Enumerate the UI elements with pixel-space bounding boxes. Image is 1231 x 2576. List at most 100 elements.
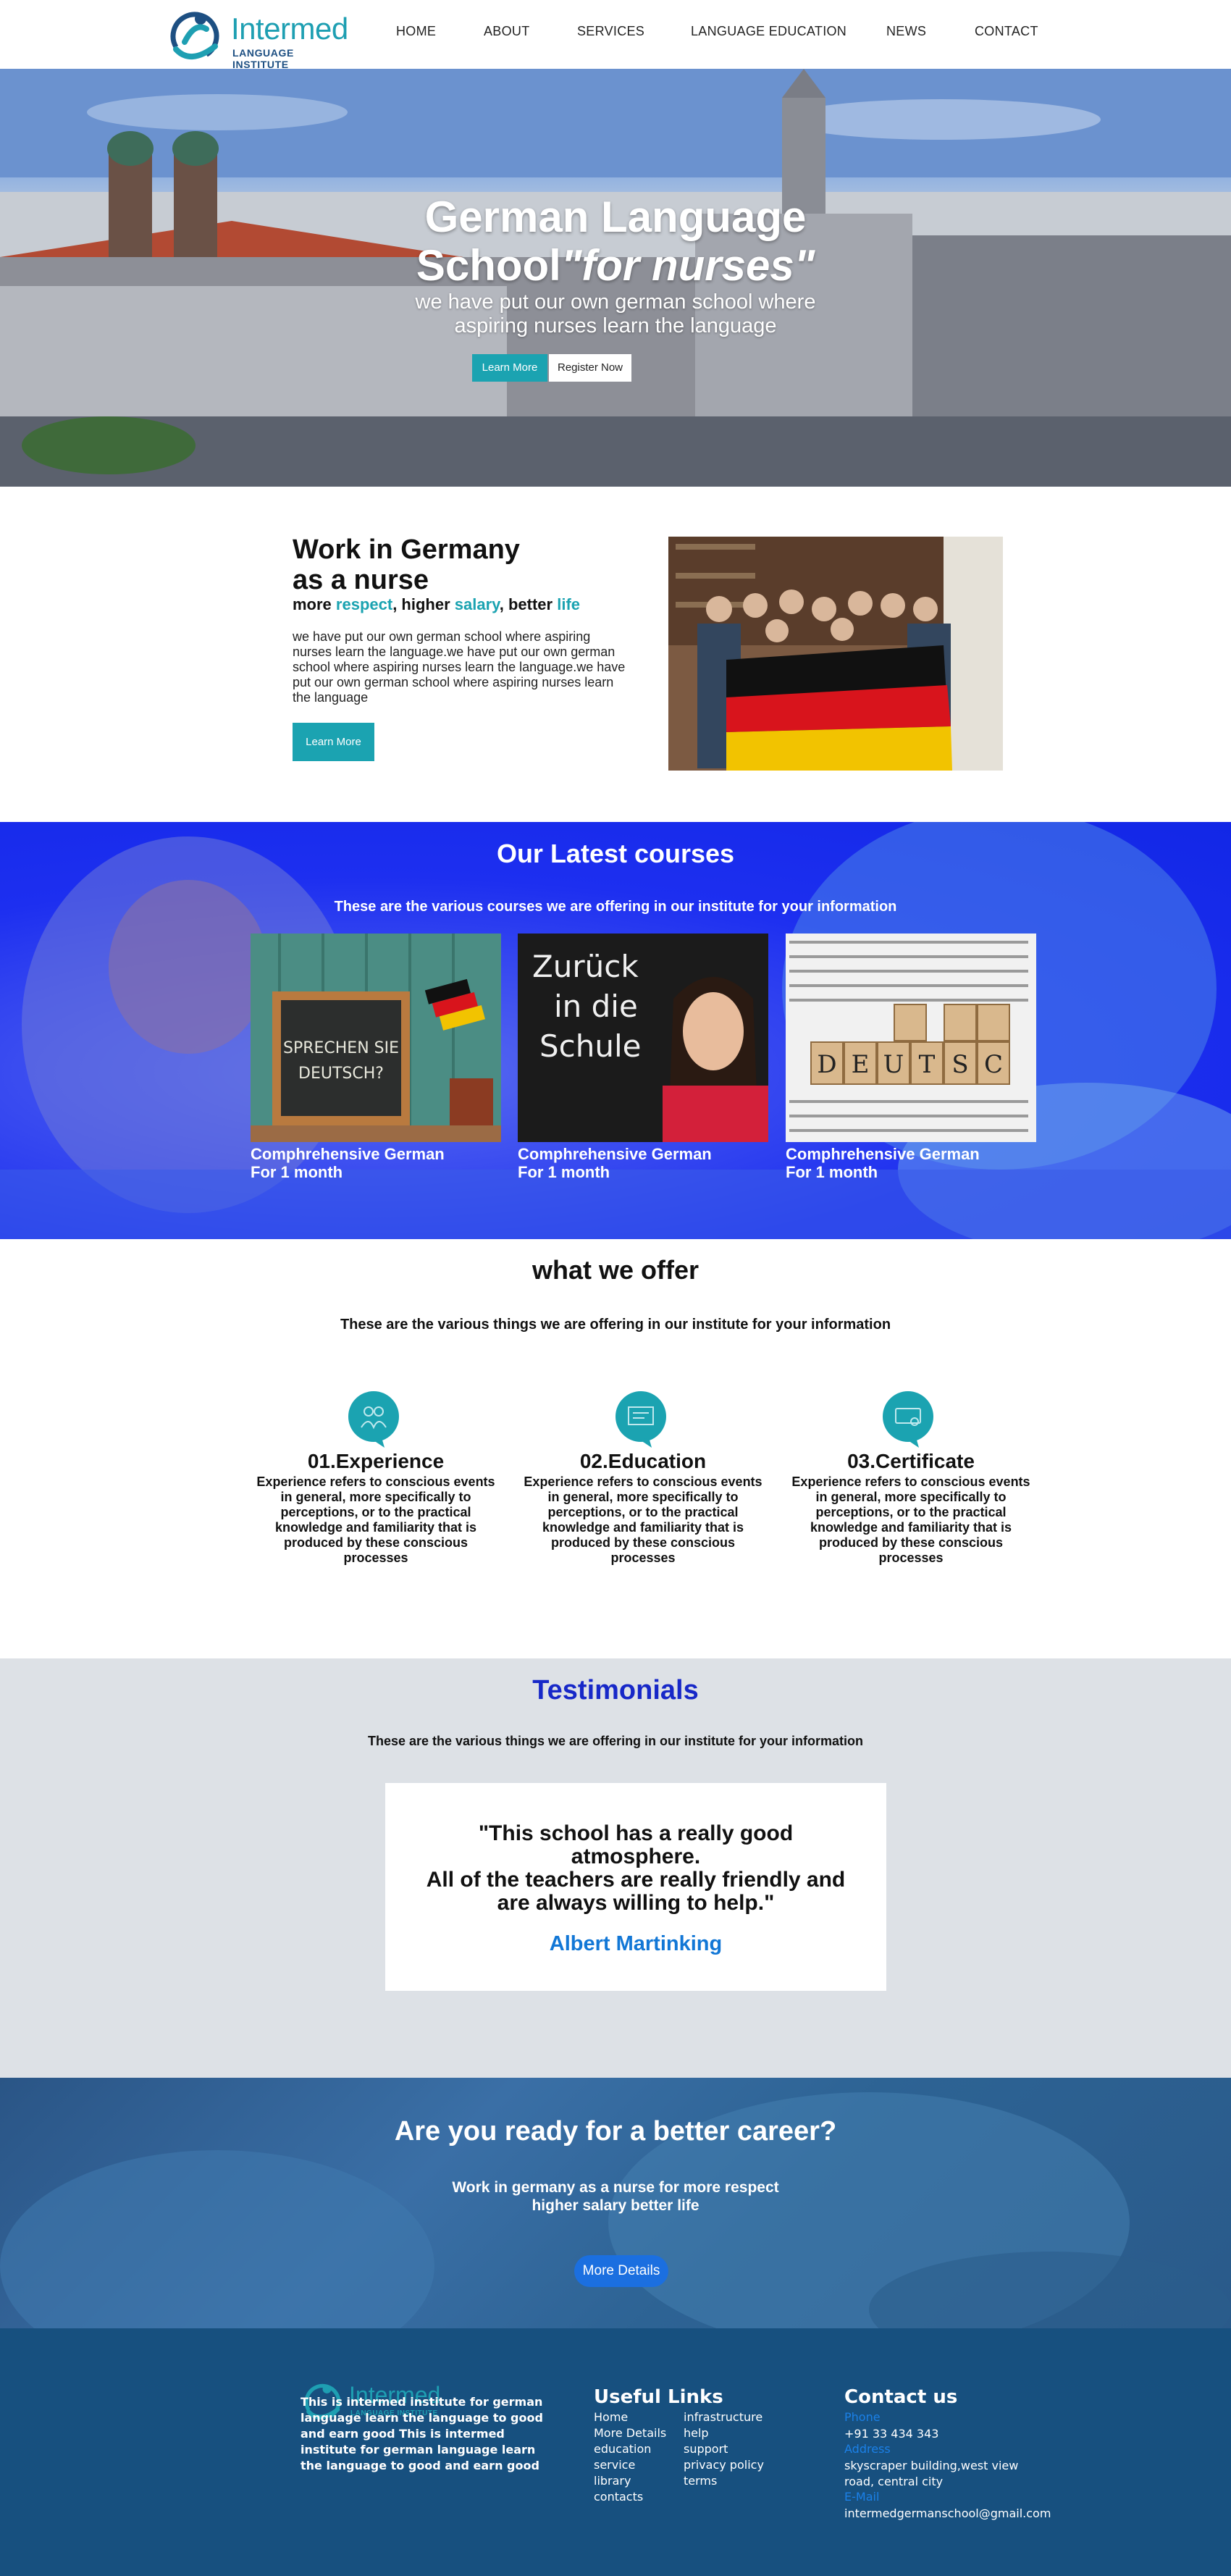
certificate-icon bbox=[883, 1391, 933, 1448]
offer-subtitle: These are the various things we are offe… bbox=[340, 1317, 891, 1333]
useful-links-title: Useful Links bbox=[594, 2386, 723, 2408]
footer-link-education[interactable]: education bbox=[594, 2442, 651, 2456]
tag-more: more bbox=[293, 595, 336, 613]
svg-text:E: E bbox=[852, 1050, 870, 1079]
work-title-line1: Work in Germany bbox=[293, 534, 520, 565]
tag-life: life bbox=[557, 595, 581, 613]
logo-icon bbox=[170, 12, 219, 61]
footer-link-support[interactable]: support bbox=[684, 2442, 728, 2456]
testimonials-title: Testimonials bbox=[532, 1675, 699, 1706]
hero-subtitle-line1: we have put our own german school where bbox=[415, 290, 816, 314]
offer-2-text: Experience refers to conscious events in… bbox=[524, 1474, 762, 1565]
address-line1: skyscraper building,west view bbox=[844, 2459, 1019, 2472]
offer-1-title: 01.Experience bbox=[307, 1450, 445, 1472]
nav-contact[interactable]: CONTACT bbox=[975, 24, 1038, 39]
tag-salary: salary bbox=[454, 595, 500, 613]
footer-link-home[interactable]: Home bbox=[594, 2410, 628, 2424]
hero-title-for-nurses: "for nurses" bbox=[560, 241, 815, 290]
footer-link-privacy-policy[interactable]: privacy policy bbox=[684, 2458, 764, 2472]
course-2-title: Comphrehensive German bbox=[518, 1145, 712, 1163]
footer-about-text: This is intermed institute for german la… bbox=[301, 2395, 543, 2472]
address-line2: road, central city bbox=[844, 2475, 944, 2488]
testimonial-author: Albert Martinking bbox=[549, 1932, 723, 1955]
course-card-1[interactable]: SPRECHEN SIE DEUTSCH? bbox=[251, 934, 501, 1142]
course-3-caption: Comphrehensive German For 1 month bbox=[786, 1145, 1036, 1181]
work-description: we have put our own german school where … bbox=[293, 629, 626, 705]
quote-line-3: are always willing to help." bbox=[497, 1891, 775, 1915]
work-tagline: more respect, higher salary, better life bbox=[293, 595, 580, 614]
svg-text:SPRECHEN SIE: SPRECHEN SIE bbox=[283, 1039, 399, 1057]
svg-text:DEUTSCH?: DEUTSCH? bbox=[298, 1065, 384, 1083]
career-subtitle-line1: Work in germany as a nurse for more resp… bbox=[452, 2179, 779, 2196]
brand-tagline: LANGUAGE INSTITUTE bbox=[232, 47, 294, 70]
hero-learn-more-button[interactable]: Learn More bbox=[472, 354, 547, 382]
footer-link-contacts[interactable]: contacts bbox=[594, 2490, 643, 2504]
footer-link-more-details[interactable]: More Details bbox=[594, 2426, 666, 2440]
course-2-duration: For 1 month bbox=[518, 1163, 610, 1181]
course-image-zuruck: Zurück in die Schule bbox=[518, 934, 768, 1142]
nav-about[interactable]: ABOUT bbox=[484, 24, 530, 39]
quote-line-2: All of the teachers are really friendly … bbox=[426, 1868, 846, 1892]
offer-1-text: Experience refers to conscious events in… bbox=[256, 1474, 495, 1565]
address-label: Address bbox=[844, 2442, 891, 2456]
course-2-caption: Comphrehensive German For 1 month bbox=[518, 1145, 768, 1181]
courses-subtitle: These are the various courses we are off… bbox=[334, 899, 897, 915]
more-details-button[interactable]: More Details bbox=[574, 2255, 668, 2287]
svg-text:C: C bbox=[984, 1050, 1003, 1079]
tag-respect: respect bbox=[335, 595, 393, 613]
career-title: Are you ready for a better career? bbox=[394, 2116, 837, 2147]
footer-link-help[interactable]: help bbox=[684, 2426, 709, 2440]
offer-title: what we offer bbox=[532, 1255, 699, 1285]
svg-text:Zurück: Zurück bbox=[532, 949, 639, 984]
svg-text:U: U bbox=[883, 1050, 904, 1079]
course-image-deutsch-blocks: DEUTSC bbox=[786, 934, 1036, 1142]
svg-text:D: D bbox=[817, 1050, 836, 1079]
hero-banner: German Language School"for nurses" we ha… bbox=[0, 69, 1231, 487]
tag-better: , better bbox=[499, 595, 558, 613]
work-title-line2: as a nurse bbox=[293, 565, 429, 595]
footer-link-terms[interactable]: terms bbox=[684, 2474, 717, 2488]
svg-text:in die: in die bbox=[554, 989, 638, 1024]
brand-name: Intermed bbox=[231, 12, 348, 46]
course-card-2[interactable]: Zurück in die Schule bbox=[518, 934, 768, 1142]
phone-value: +91 33 434 343 bbox=[844, 2427, 939, 2441]
course-1-caption: Comphrehensive German For 1 month bbox=[251, 1145, 501, 1181]
nav-language-education[interactable]: LANGUAGE EDUCATION bbox=[691, 24, 846, 39]
offer-3-text: Experience refers to conscious events in… bbox=[791, 1474, 1030, 1565]
course-1-title: Comphrehensive German bbox=[251, 1145, 445, 1163]
svg-text:Schule: Schule bbox=[539, 1028, 642, 1064]
testimonials-subtitle: These are the various things we are offe… bbox=[367, 1734, 864, 1748]
quote-line-1: "This school has a really good atmospher… bbox=[478, 1821, 794, 1868]
people-icon bbox=[348, 1391, 399, 1448]
hero-title-school: School bbox=[416, 241, 561, 290]
footer-link-infrastructure[interactable]: infrastructure bbox=[684, 2410, 762, 2424]
brand-logo[interactable]: Intermed LANGUAGE INSTITUTE bbox=[169, 7, 350, 70]
courses-title: Our Latest courses bbox=[496, 839, 735, 868]
offer-2-title: 02.Education bbox=[579, 1450, 707, 1472]
nav-news[interactable]: NEWS bbox=[886, 24, 926, 39]
nav-home[interactable]: HOME bbox=[396, 24, 436, 39]
work-learn-more-button[interactable]: Learn More bbox=[293, 723, 374, 761]
footer-link-library[interactable]: library bbox=[594, 2474, 631, 2488]
students-flag-photo bbox=[668, 537, 1003, 771]
offer-3-title: 03.Certificate bbox=[847, 1450, 975, 1472]
course-1-duration: For 1 month bbox=[251, 1163, 343, 1181]
tag-higher: , higher bbox=[392, 595, 455, 613]
hero-register-button[interactable]: Register Now bbox=[549, 354, 631, 382]
hero-subtitle-line2: aspiring nurses learn the language bbox=[454, 314, 777, 337]
course-3-title: Comphrehensive German bbox=[786, 1145, 980, 1163]
contact-us-title: Contact us bbox=[844, 2386, 958, 2408]
nav-services[interactable]: SERVICES bbox=[577, 24, 644, 39]
course-card-3[interactable]: DEUTSC bbox=[786, 934, 1036, 1142]
svg-text:T: T bbox=[919, 1050, 936, 1079]
email-label: E-Mail bbox=[844, 2490, 880, 2504]
phone-label: Phone bbox=[844, 2410, 881, 2424]
hero-title-line1: German Language bbox=[424, 193, 807, 241]
hero-title-line2: School"for nurses" bbox=[0, 240, 1231, 290]
course-image-chalkboard: SPRECHEN SIE DEUTSCH? bbox=[251, 934, 501, 1142]
footer-link-service[interactable]: service bbox=[594, 2458, 635, 2472]
email-value[interactable]: intermedgermanschool@gmail.com bbox=[844, 2506, 1051, 2522]
testimonial-quote: "This school has a really good atmospher… bbox=[414, 1822, 857, 1915]
board-icon bbox=[616, 1391, 666, 1448]
svg-text:S: S bbox=[951, 1050, 968, 1079]
